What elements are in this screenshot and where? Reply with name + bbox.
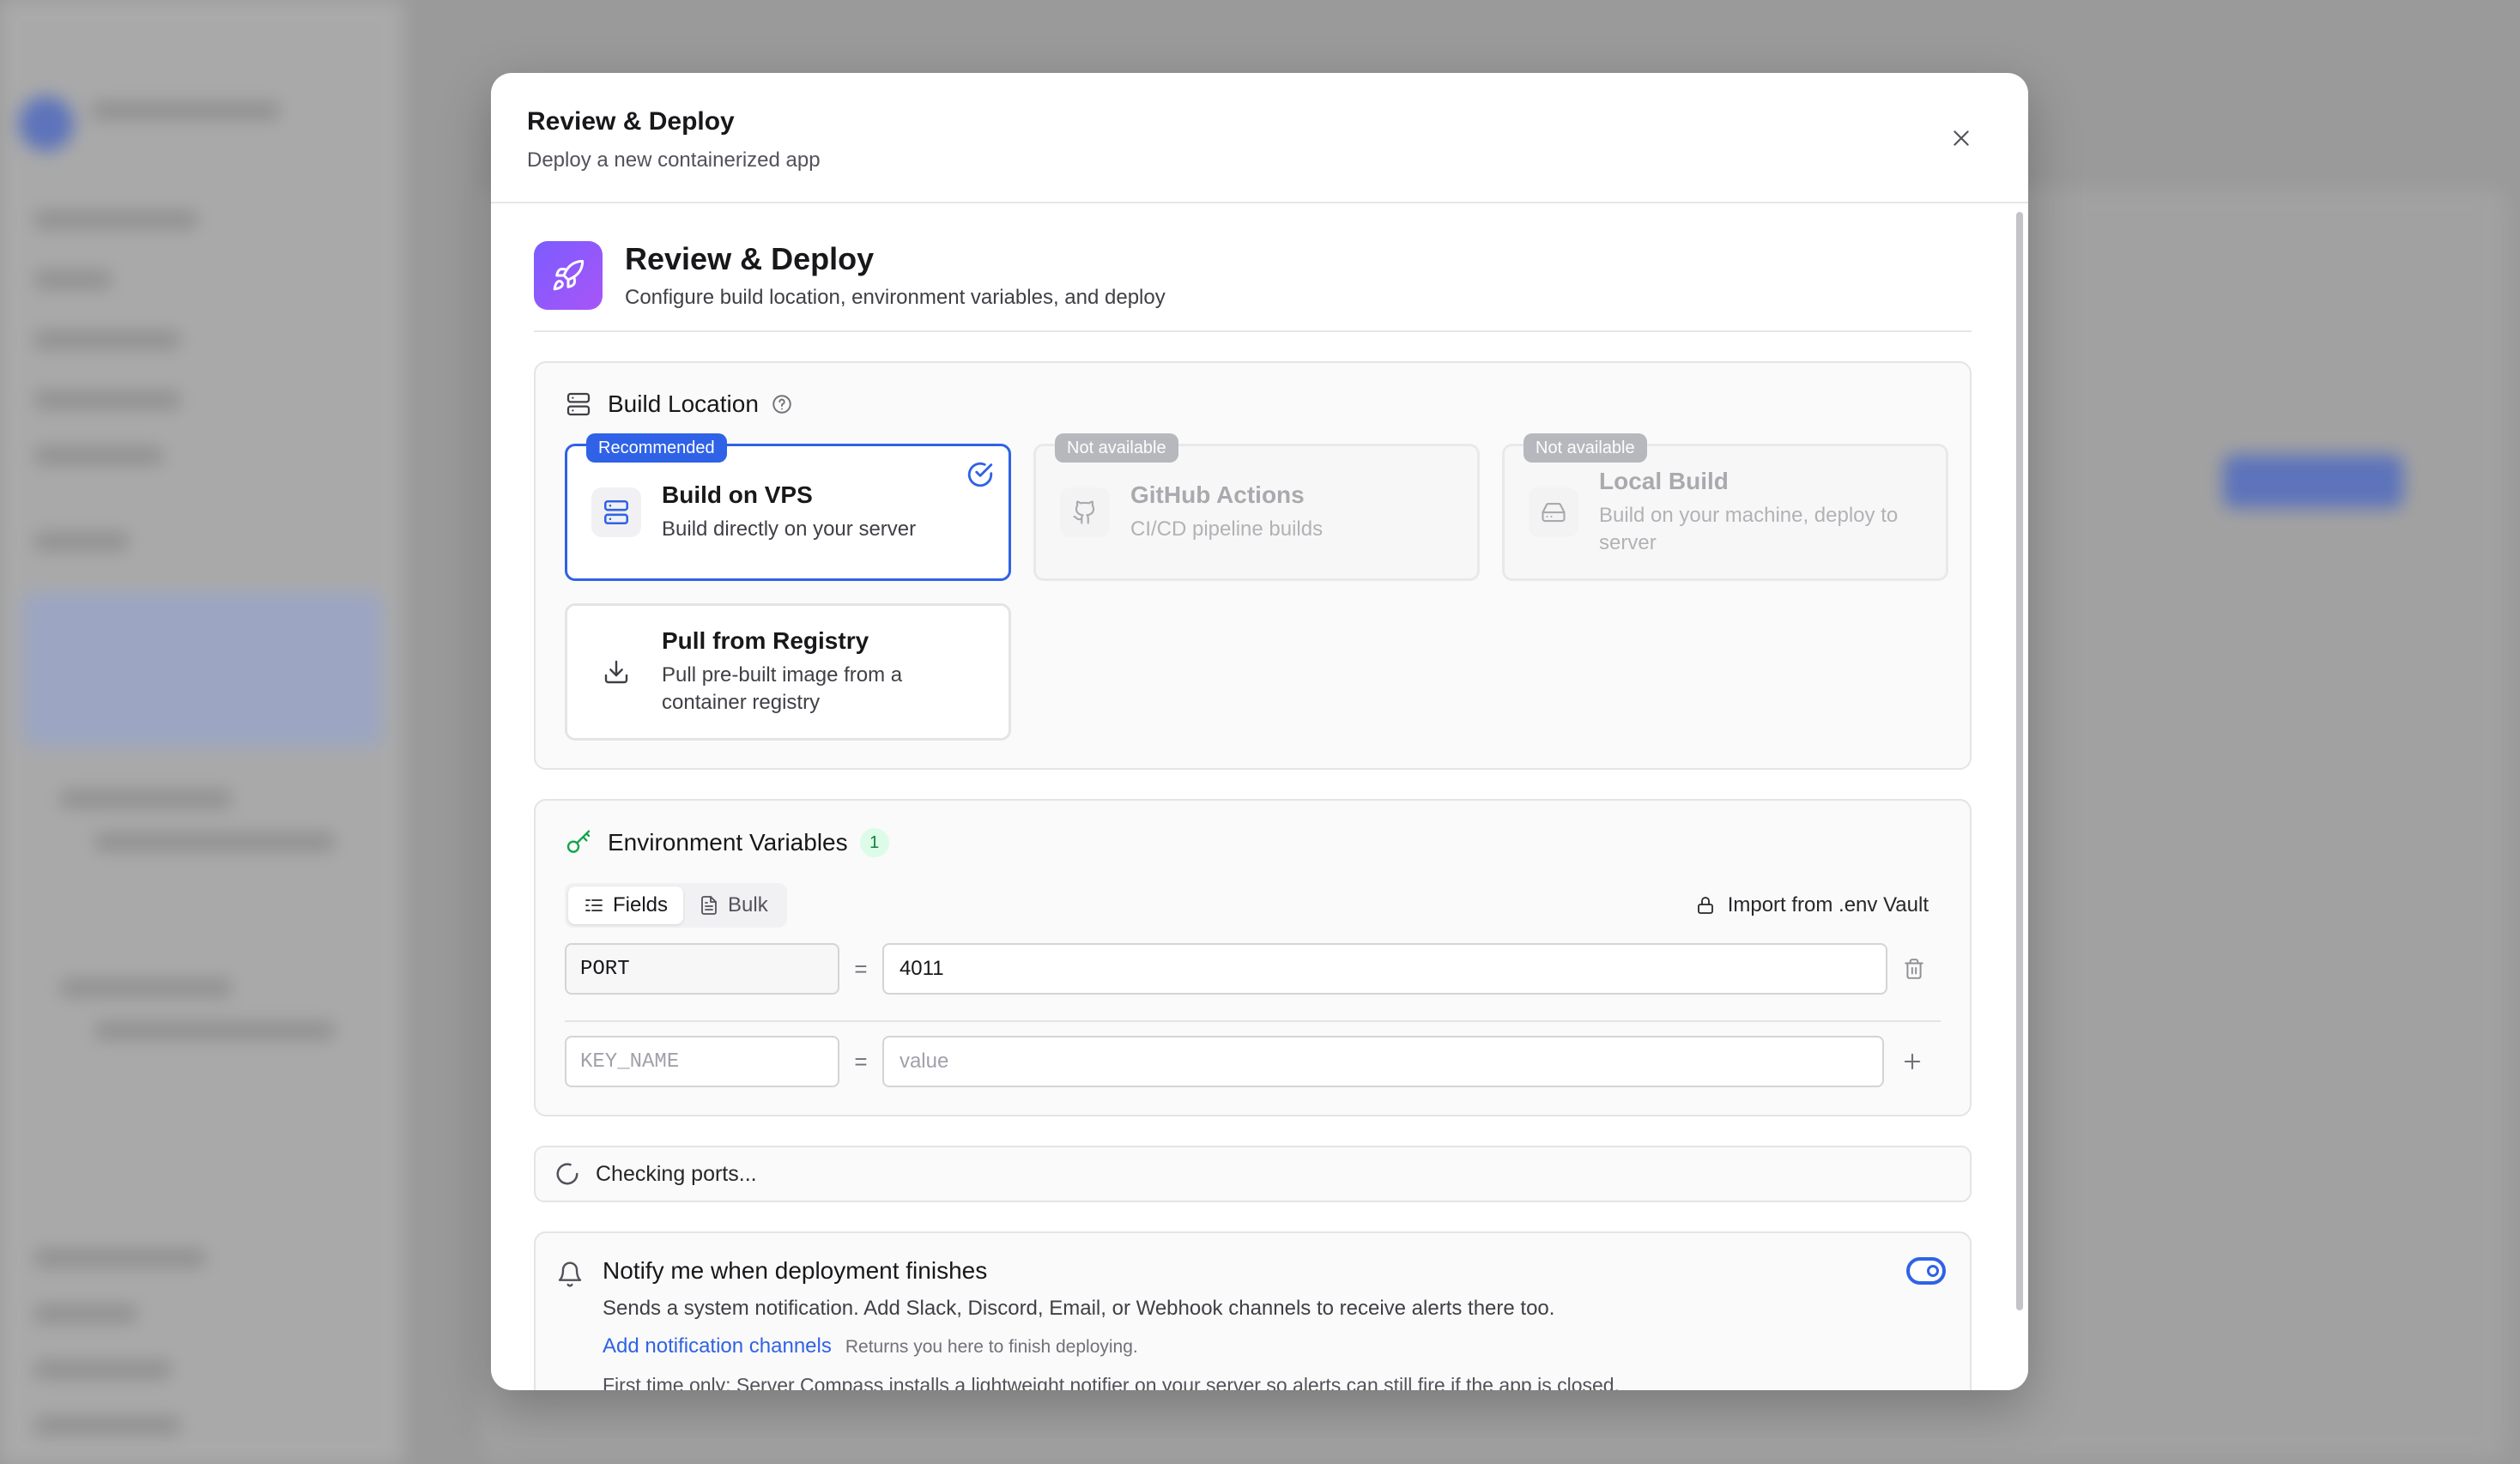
not-available-badge: Not available — [1055, 433, 1178, 463]
toggle-knob — [1927, 1265, 1939, 1277]
background-highlight — [22, 592, 383, 747]
build-option-local: Not available Local Build Build on your … — [1502, 433, 1948, 581]
help-circle-icon[interactable] — [771, 393, 793, 415]
option-description: Build on your machine, deploy to server — [1599, 504, 1899, 554]
plus-icon — [1904, 1053, 1921, 1070]
equals-sign: = — [854, 1048, 868, 1074]
background-line — [34, 330, 180, 349]
background-line — [60, 978, 232, 997]
trash-icon — [1905, 959, 1923, 979]
close-button[interactable] — [1942, 119, 1980, 157]
modal-body[interactable]: Review & Deploy Configure build location… — [491, 203, 2028, 1390]
build-location-card: Build Location Recommended Build on VPS … — [534, 361, 1972, 770]
lock-icon — [1695, 895, 1716, 916]
build-option-github-actions: Not available GitHub Actions CI/CD pipel… — [1033, 433, 1480, 581]
notify-links: Add notification channels Returns you he… — [603, 1334, 1620, 1358]
modal-scrollbar[interactable] — [2016, 212, 2023, 1310]
option-title: Pull from Registry — [662, 627, 869, 654]
tab-bulk[interactable]: Bulk — [683, 886, 784, 924]
background-avatar — [19, 96, 74, 151]
modal-subtitle: Deploy a new containerized app — [527, 148, 821, 172]
build-option-registry[interactable]: Pull from Registry Pull pre-built image … — [565, 603, 1011, 741]
env-key-input[interactable] — [565, 943, 839, 995]
port-check-text: Checking ports... — [596, 1161, 757, 1186]
option-title: Build on VPS — [662, 481, 813, 508]
server-icon — [565, 390, 592, 418]
build-location-header: Build Location — [565, 390, 1941, 418]
env-value-input[interactable] — [881, 943, 1888, 995]
option-description: CI/CD pipeline builds — [1130, 517, 1324, 541]
key-icon — [565, 829, 592, 856]
modal-title: Review & Deploy — [527, 107, 735, 136]
close-icon — [1954, 130, 1969, 146]
option-description: Pull pre-built image from a container re… — [662, 663, 903, 714]
env-toolbar: Fields Bulk Import from .env Vault — [565, 883, 1941, 928]
notify-card: Notify me when deployment finishes Sends… — [534, 1231, 1972, 1390]
option-title: GitHub Actions — [1130, 481, 1305, 508]
loader-icon — [554, 1161, 580, 1187]
rocket-icon — [534, 241, 603, 310]
env-var-row: = — [565, 943, 1941, 995]
build-location-title: Build Location — [608, 390, 759, 417]
notify-description: Sends a system notification. Add Slack, … — [603, 1297, 1555, 1320]
server-icon — [591, 487, 641, 537]
notify-hint: Returns you here to finish deploying. — [845, 1337, 1138, 1357]
env-count-badge: 1 — [859, 828, 889, 857]
step-subtitle: Configure build location, environment va… — [625, 286, 1166, 309]
background-line — [34, 1360, 172, 1379]
background-line — [94, 1021, 335, 1040]
background-line — [94, 832, 335, 851]
new-env-var-row: = — [565, 1020, 1941, 1087]
background-line — [34, 1249, 206, 1267]
notify-toggle[interactable] — [1906, 1257, 1946, 1285]
background-line — [91, 101, 280, 120]
delete-env-var-button[interactable] — [1887, 958, 1941, 980]
background-button — [2223, 455, 2403, 508]
new-env-key-input[interactable] — [565, 1036, 839, 1087]
tab-fields[interactable]: Fields — [568, 886, 684, 924]
equals-sign: = — [854, 955, 868, 982]
background-line — [34, 446, 163, 465]
file-text-icon — [699, 895, 719, 916]
background-line — [34, 270, 112, 289]
recommended-badge: Recommended — [586, 433, 727, 463]
option-description: Build directly on your server — [662, 517, 917, 541]
download-icon — [591, 647, 641, 697]
background-line — [34, 532, 129, 551]
build-options: Recommended Build on VPS Build directly … — [565, 433, 1948, 741]
env-mode-toggle: Fields Bulk — [565, 883, 787, 928]
background-line — [34, 1416, 180, 1435]
option-title: Local Build — [1599, 468, 1729, 494]
review-deploy-modal: Review & Deploy Deploy a new containeriz… — [491, 73, 2028, 1390]
step-header: Review & Deploy Configure build location… — [534, 203, 1972, 332]
import-env-vault-label: Import from .env Vault — [1727, 893, 1929, 917]
list-icon — [584, 895, 604, 916]
add-env-var-button[interactable] — [1884, 1050, 1941, 1074]
notify-note: First time only: Server Compass installs… — [603, 1374, 1620, 1390]
build-option-vps[interactable]: Recommended Build on VPS Build directly … — [565, 433, 1011, 581]
port-check-status: Checking ports... — [534, 1146, 1972, 1202]
add-notification-channels-link[interactable]: Add notification channels — [603, 1334, 832, 1358]
background-line — [34, 210, 197, 229]
env-vars-header: Environment Variables 1 — [565, 828, 1941, 857]
bell-icon — [556, 1261, 584, 1390]
tab-fields-label: Fields — [613, 893, 669, 917]
check-circle-icon — [966, 460, 995, 493]
env-vars-title: Environment Variables — [608, 829, 848, 856]
modal-header: Review & Deploy Deploy a new containeriz… — [491, 73, 2028, 203]
tab-bulk-label: Bulk — [728, 893, 768, 917]
notify-title: Notify me when deployment finishes — [603, 1257, 988, 1284]
background-line — [34, 1304, 137, 1323]
background-line — [60, 789, 232, 808]
env-vars-card: Environment Variables 1 Fields Bulk Impo… — [534, 799, 1972, 1116]
step-title: Review & Deploy — [625, 241, 875, 276]
not-available-badge: Not available — [1524, 433, 1647, 463]
hard-drive-icon — [1529, 487, 1578, 537]
github-icon — [1060, 487, 1110, 537]
new-env-value-input[interactable] — [881, 1036, 1885, 1087]
background-line — [34, 390, 180, 409]
import-env-vault-button[interactable]: Import from .env Vault — [1695, 893, 1941, 917]
